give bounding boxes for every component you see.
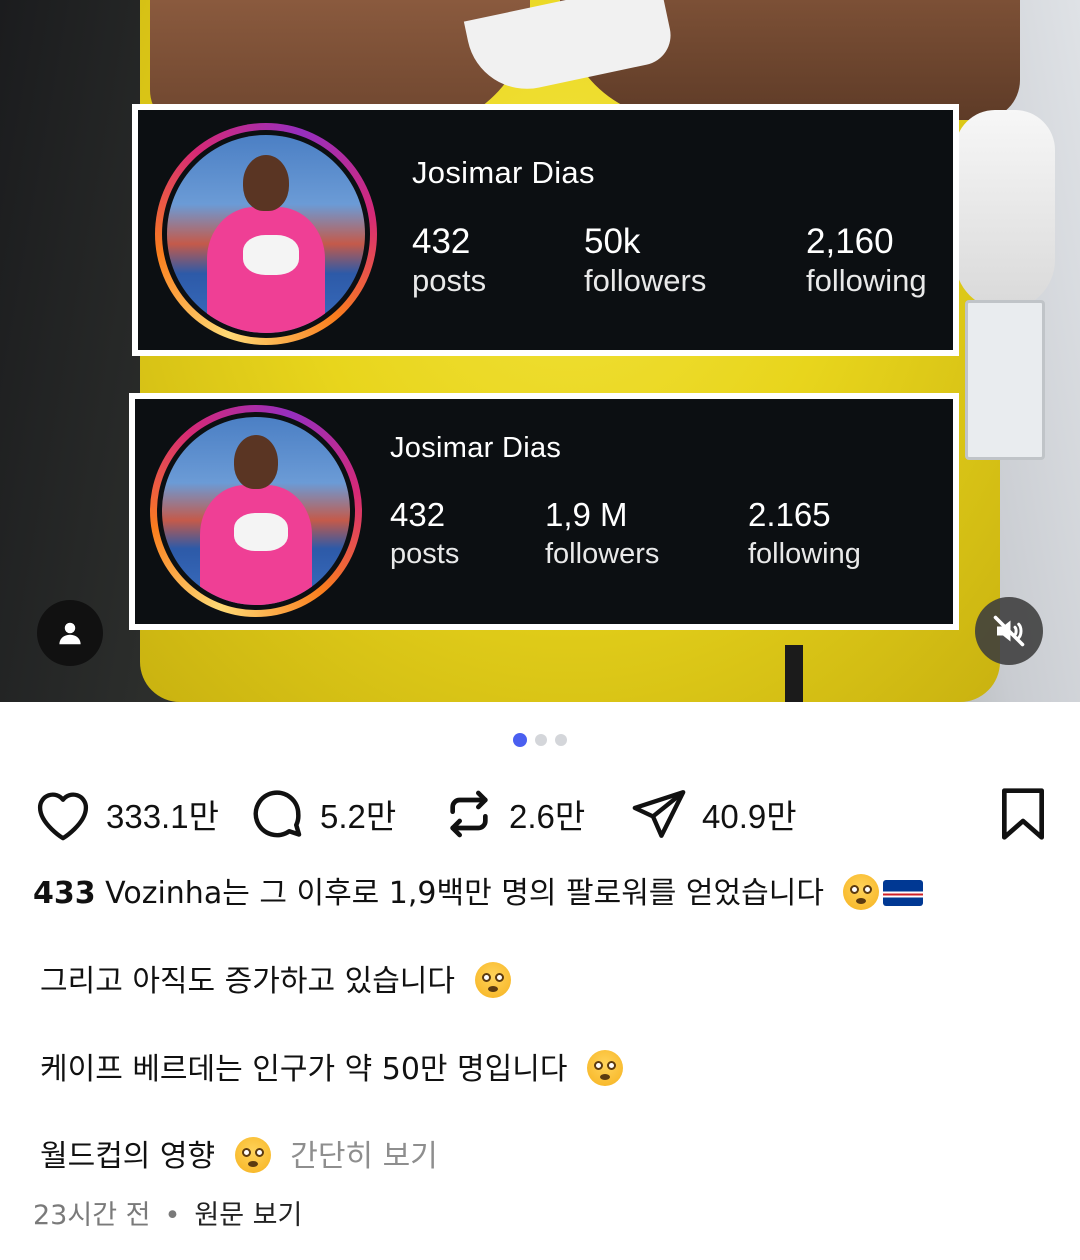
heart-icon xyxy=(37,792,89,841)
repost-count: 2.6만 xyxy=(509,798,586,835)
stat-label: followers xyxy=(545,538,660,570)
stat-value: 432 xyxy=(390,496,446,533)
stat-label: followers xyxy=(584,263,707,298)
bookmark-icon xyxy=(1001,788,1044,840)
caption-text: 케이프 베르데는 인구가 약 50만 명입니다 xyxy=(40,1052,568,1087)
post-meta: 23시간 전 • 원문 보기 xyxy=(33,1193,302,1232)
stat-label: posts xyxy=(412,263,487,298)
caption-username[interactable]: 433 xyxy=(33,876,96,911)
caption-text: 그리고 아직도 증가하고 있습니다 xyxy=(40,964,456,999)
send-icon xyxy=(632,790,686,838)
stat-value: 2,160 xyxy=(806,222,894,261)
repost-icon xyxy=(450,790,488,838)
mute-toggle-button[interactable] xyxy=(975,597,1043,665)
stat-value: 1,9 M xyxy=(545,496,628,533)
stat-value: 432 xyxy=(412,222,471,261)
speaker-muted-icon xyxy=(993,615,1025,647)
accreditation-badge xyxy=(965,300,1045,460)
stat-label: following xyxy=(748,538,861,570)
share-count: 40.9만 xyxy=(702,798,797,835)
profile-name: Josimar Dias xyxy=(412,155,595,190)
stat-following: 2.165 following xyxy=(748,495,861,573)
post-media[interactable]: Josimar Dias 432 posts 50k followers 2,1… xyxy=(0,0,1080,702)
avatar xyxy=(167,135,365,333)
cape-verde-flag-icon xyxy=(883,880,924,906)
profile-name: Josimar Dias xyxy=(390,432,562,464)
carousel-dot[interactable] xyxy=(555,734,567,746)
like-count: 333.1만 xyxy=(106,798,219,835)
save-button[interactable] xyxy=(998,782,1048,846)
tagged-people-button[interactable] xyxy=(37,600,103,666)
stat-followers: 1,9 M followers xyxy=(545,495,659,573)
goalkeeper-glove-right xyxy=(955,110,1055,310)
stat-posts: 432 posts xyxy=(412,222,486,300)
like-button[interactable]: 333.1만 xyxy=(32,782,219,846)
caption-text: 월드컵의 영향 xyxy=(40,1139,216,1174)
caption-line: 케이프 베르데는 인구가 약 50만 명입니다 xyxy=(40,1050,1050,1090)
see-original-link[interactable]: 원문 보기 xyxy=(194,1200,302,1231)
stat-following: 2,160 following xyxy=(806,222,927,300)
comment-icon xyxy=(253,790,302,838)
jersey-stripe xyxy=(785,645,803,702)
stat-value: 50k xyxy=(584,222,641,261)
profile-card-after: Josimar Dias 432 posts 1,9 M followers 2… xyxy=(129,393,959,630)
story-ring xyxy=(150,405,362,617)
meta-separator: • xyxy=(164,1200,181,1231)
profile-card-before: Josimar Dias 432 posts 50k followers 2,1… xyxy=(132,104,959,356)
caption-text: Vozinha는 그 이후로 1,9백만 명의 팔로워를 얻었습니다 xyxy=(95,876,824,911)
exploding-head-emoji-icon xyxy=(843,874,880,910)
caption-line: 433 Vozinha는 그 이후로 1,9백만 명의 팔로워를 얻었습니다 xyxy=(33,874,1043,914)
comment-button[interactable]: 5.2만 xyxy=(246,782,396,846)
post-timestamp: 23시간 전 xyxy=(33,1200,151,1231)
caption-line: 그리고 아직도 증가하고 있습니다 xyxy=(40,962,1050,1002)
caption-line: 월드컵의 영향 간단히 보기 xyxy=(40,1137,1050,1177)
stat-label: following xyxy=(806,263,927,298)
stat-value: 2.165 xyxy=(748,496,831,533)
flushed-face-emoji-icon xyxy=(474,962,511,998)
carousel-dot-active[interactable] xyxy=(513,733,527,747)
comment-count: 5.2만 xyxy=(320,798,397,835)
grinning-sweat-emoji-icon xyxy=(587,1050,624,1086)
star-struck-emoji-icon xyxy=(234,1137,271,1173)
share-button[interactable]: 40.9만 xyxy=(628,782,797,846)
repost-button[interactable]: 2.6만 xyxy=(441,782,585,846)
collapse-caption-link[interactable]: 간단히 보기 xyxy=(290,1139,438,1174)
story-ring xyxy=(155,123,377,345)
stat-posts: 432 posts xyxy=(390,495,459,573)
stat-label: posts xyxy=(390,538,460,570)
stat-followers: 50k followers xyxy=(584,222,706,300)
avatar xyxy=(162,417,350,605)
person-icon xyxy=(59,622,81,645)
carousel-dot[interactable] xyxy=(535,734,547,746)
carousel-indicator xyxy=(0,733,1080,747)
action-bar: 333.1만 5.2만 2.6만 40.9만 xyxy=(32,782,1048,846)
